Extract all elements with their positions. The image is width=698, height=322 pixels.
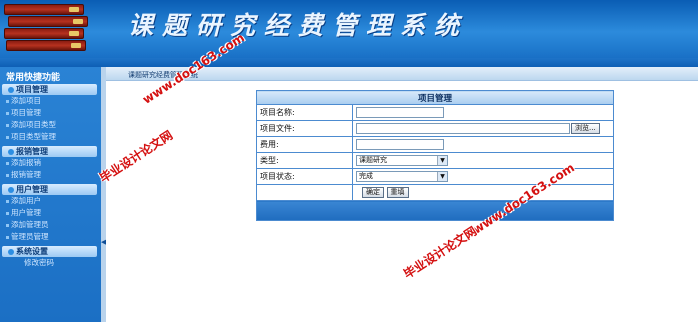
status-label: 项目状态: bbox=[256, 168, 353, 185]
bullet-icon bbox=[6, 199, 9, 203]
sidebar-item-admin-manage[interactable]: 管理员管理 bbox=[0, 231, 101, 243]
folder-icon bbox=[8, 248, 14, 255]
sidebar-item-add-admin[interactable]: 添加管理员 bbox=[0, 219, 101, 231]
sidebar-item-add-project-type[interactable]: 添加项目类型 bbox=[0, 119, 101, 131]
bullet-icon bbox=[6, 99, 9, 103]
dropdown-arrow-icon: ▼ bbox=[437, 156, 447, 165]
sidebar-item-user-manage[interactable]: 用户管理 bbox=[0, 207, 101, 219]
bullet-icon bbox=[6, 111, 9, 115]
sidebar-item-add-project[interactable]: 添加项目 bbox=[0, 95, 101, 107]
name-label: 项目名称: bbox=[256, 104, 353, 121]
sidebar-item-change-password[interactable]: 修改密码 bbox=[0, 257, 101, 269]
folder-icon bbox=[8, 148, 14, 155]
fee-input[interactable] bbox=[356, 139, 444, 150]
sidebar-group-project: 项目管理 添加项目 项目管理 添加项目类型 项目类型管理 bbox=[0, 84, 101, 143]
books-logo-icon bbox=[0, 0, 90, 58]
bullet-icon bbox=[6, 173, 9, 177]
dropdown-arrow-icon: ▼ bbox=[437, 172, 447, 181]
app-title: 课题研究经费管理系统 bbox=[128, 11, 469, 40]
ok-button[interactable]: 确定 bbox=[362, 187, 384, 198]
form-title: 项目管理 bbox=[256, 90, 614, 105]
project-name-input[interactable] bbox=[356, 107, 444, 118]
bullet-icon bbox=[6, 135, 9, 139]
bullet-icon bbox=[6, 235, 9, 239]
sidebar-group-settings: 系统设置 修改密码 bbox=[0, 246, 101, 269]
sidebar-item-add-reimburse[interactable]: 添加报销 bbox=[0, 157, 101, 169]
browse-button[interactable]: 浏览... bbox=[571, 123, 600, 134]
bullet-icon bbox=[6, 161, 9, 165]
file-label: 项目文件: bbox=[256, 120, 353, 137]
bullet-icon bbox=[6, 223, 9, 227]
sidebar-item-reimburse-manage[interactable]: 报销管理 bbox=[0, 169, 101, 181]
sidebar-group-header[interactable]: 系统设置 bbox=[2, 246, 97, 257]
form-footer bbox=[256, 200, 614, 221]
folder-icon bbox=[8, 86, 14, 93]
sidebar-group-header[interactable]: 项目管理 bbox=[2, 84, 97, 95]
sidebar-item-add-user[interactable]: 添加用户 bbox=[0, 195, 101, 207]
header-banner: 课题研究经费管理系统 bbox=[0, 0, 698, 58]
sidebar-group-user: 用户管理 添加用户 用户管理 添加管理员 管理员管理 bbox=[0, 184, 101, 243]
type-select[interactable]: 课题研究 ▼ bbox=[356, 155, 448, 166]
project-form: 项目管理 项目名称: 项目文件: 浏览... 费用: 类型: 课题研究 ▼ 项目状… bbox=[256, 90, 614, 221]
sidebar-group-reimburse: 报销管理 添加报销 报销管理 bbox=[0, 146, 101, 181]
bullet-icon bbox=[6, 211, 9, 215]
sidebar-item-project-type-manage[interactable]: 项目类型管理 bbox=[0, 131, 101, 143]
project-file-input[interactable] bbox=[356, 123, 570, 134]
sidebar-group-header[interactable]: 报销管理 bbox=[2, 146, 97, 157]
sidebar-group-header[interactable]: 用户管理 bbox=[2, 184, 97, 195]
sidebar-title: 常用快捷功能 bbox=[6, 73, 61, 83]
type-label: 类型: bbox=[256, 152, 353, 169]
reset-button[interactable]: 重填 bbox=[386, 187, 409, 198]
fee-label: 费用: bbox=[256, 136, 353, 153]
bullet-icon bbox=[6, 123, 9, 127]
sidebar-item-project-manage[interactable]: 项目管理 bbox=[0, 107, 101, 119]
folder-icon bbox=[8, 186, 14, 193]
nav-strip bbox=[0, 58, 698, 67]
status-select[interactable]: 完成 ▼ bbox=[356, 171, 448, 182]
sidebar: 常用快捷功能 项目管理 添加项目 项目管理 添加项目类型 项目类型管理 报销管理… bbox=[0, 67, 101, 322]
